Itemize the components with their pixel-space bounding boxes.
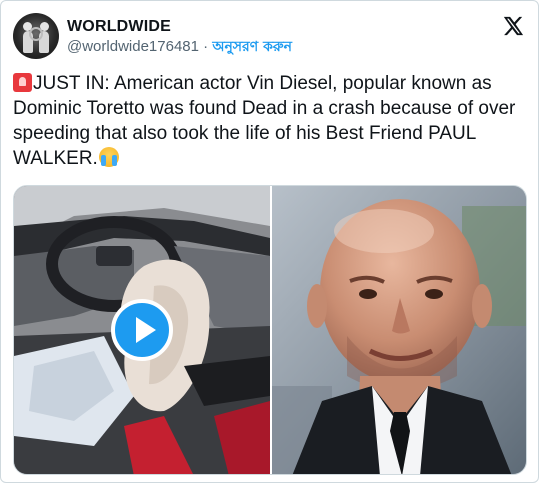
portrait-image: [272, 186, 526, 474]
tweet-header: WORLDWIDE @worldwide176481 · অনুসরণ করুন: [13, 13, 526, 61]
display-name[interactable]: WORLDWIDE: [67, 17, 292, 37]
follow-button[interactable]: অনুসরণ করুন: [212, 39, 292, 55]
separator: ·: [203, 38, 209, 55]
handle[interactable]: @worldwide176481: [67, 38, 199, 55]
x-logo-icon[interactable]: [502, 15, 524, 37]
author-subline: @worldwide176481 · অনুসরণ করুন: [67, 37, 292, 57]
tweet-text: JUST IN: American actor Vin Diesel, popu…: [13, 71, 525, 171]
media-grid: [13, 185, 527, 475]
tweet-body: JUST IN: American actor Vin Diesel, popu…: [13, 73, 516, 169]
video-thumbnail[interactable]: [14, 186, 270, 474]
siren-emoji-icon: [13, 73, 32, 92]
avatar-logo-icon[interactable]: [13, 13, 59, 59]
crying-face-emoji-icon: [98, 147, 119, 167]
author-info: WORLDWIDE @worldwide176481 · অনুসরণ করুন: [67, 17, 292, 57]
play-icon[interactable]: [111, 299, 173, 361]
photo-thumbnail[interactable]: [272, 186, 526, 474]
tweet-card: WORLDWIDE @worldwide176481 · অনুসরণ করুন…: [0, 0, 539, 483]
